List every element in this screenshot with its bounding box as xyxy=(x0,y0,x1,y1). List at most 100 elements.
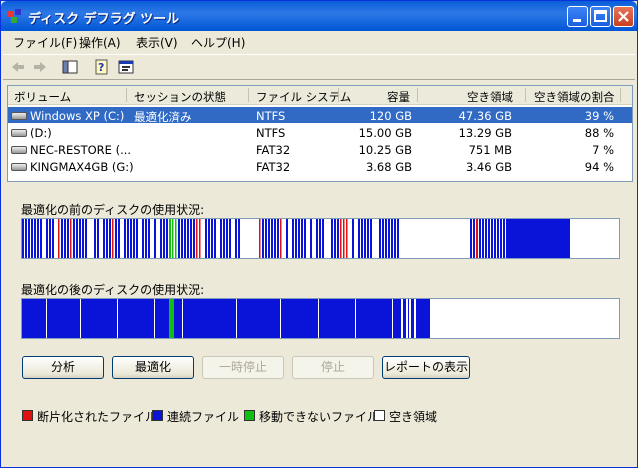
col-session-status[interactable]: セッションの状態 xyxy=(134,89,226,105)
before-block xyxy=(148,219,150,258)
close-button[interactable] xyxy=(613,6,634,27)
before-block xyxy=(25,219,27,258)
minimize-button[interactable] xyxy=(567,6,588,27)
after-gap xyxy=(80,299,81,338)
before-block xyxy=(136,219,138,258)
properties-icon[interactable] xyxy=(117,59,135,75)
before-block xyxy=(292,219,294,258)
before-block xyxy=(34,219,36,258)
before-block xyxy=(358,219,360,258)
before-block xyxy=(253,219,255,258)
before-block xyxy=(364,219,366,258)
volume-capacity: 120 GB xyxy=(369,109,412,123)
before-block xyxy=(482,219,484,258)
before-block xyxy=(178,219,180,258)
after-block xyxy=(22,299,430,338)
forward-arrow-icon[interactable] xyxy=(31,59,49,75)
menu-view[interactable]: 表示(V) xyxy=(136,34,178,51)
before-block xyxy=(331,219,333,258)
volume-name: NEC-RESTORE (... xyxy=(30,143,132,157)
after-unmovable-block xyxy=(169,299,174,338)
defrag-window: ディスク デフラグ ツール ファイル(F) 操作(A) 表示(V) ヘルプ(H)… xyxy=(0,0,638,468)
before-block xyxy=(259,219,261,258)
after-usage-label: 最適化の後のディスクの使用状況: xyxy=(21,283,205,297)
free-space-legend-swatch xyxy=(374,410,385,421)
after-gap xyxy=(182,299,183,338)
before-block xyxy=(46,219,48,258)
col-free-pct[interactable]: 空き領域の割合 xyxy=(534,89,615,105)
defragment-button[interactable]: 最適化 xyxy=(112,356,194,379)
before-block xyxy=(473,219,475,258)
volume-free: 47.36 GB xyxy=(458,109,512,123)
contiguous-legend-label: 連続ファイル xyxy=(167,410,240,424)
menu-help[interactable]: ヘルプ(H) xyxy=(191,34,245,51)
after-gap xyxy=(46,299,47,338)
hard-drive-icon xyxy=(11,129,27,137)
help-icon[interactable]: ? xyxy=(93,59,111,75)
before-block xyxy=(488,219,490,258)
maximize-button[interactable] xyxy=(590,6,611,27)
before-block xyxy=(172,219,174,258)
before-block xyxy=(355,219,357,258)
show-hide-console-tree-icon[interactable] xyxy=(61,59,79,75)
free-space-legend-label: 空き領域 xyxy=(389,410,438,424)
after-gap xyxy=(318,299,319,338)
volume-fs: NTFS xyxy=(256,109,286,123)
view-report-button[interactable]: レポートの表示 xyxy=(382,356,470,379)
before-block xyxy=(106,219,108,258)
before-usage-label: 最適化の前のディスクの使用状況: xyxy=(21,203,205,217)
volume-status: 最適化済み xyxy=(134,110,192,124)
before-block xyxy=(352,219,354,258)
volume-row-nec-restore[interactable]: NEC-RESTORE (... FAT32 10.25 GB 751 MB 7… xyxy=(8,141,632,157)
before-block xyxy=(61,219,63,258)
before-block xyxy=(52,219,54,258)
volume-row-g[interactable]: KINGMAX4GB (G:) FAT32 3.68 GB 3.46 GB 94… xyxy=(8,158,632,174)
before-block xyxy=(130,219,132,258)
before-block xyxy=(37,219,39,258)
before-block xyxy=(349,219,351,258)
pause-button[interactable]: 一時停止 xyxy=(202,356,284,379)
before-block xyxy=(479,219,481,258)
before-block xyxy=(217,219,219,258)
menu-file[interactable]: ファイル(F) xyxy=(13,34,77,51)
volume-row-c[interactable]: Windows XP (C:) 最適化済み NTFS 120 GB 47.36 … xyxy=(8,107,632,124)
list-header: ボリューム セッションの状態 ファイル システム 容量 空き領域 空き領域の割合 xyxy=(8,86,632,105)
before-block xyxy=(181,219,183,258)
before-block xyxy=(223,219,225,258)
analyze-button[interactable]: 分析 xyxy=(22,356,104,379)
before-block xyxy=(208,219,210,258)
back-arrow-icon[interactable] xyxy=(9,59,27,75)
before-block xyxy=(250,219,252,258)
volume-capacity: 10.25 GB xyxy=(358,143,412,157)
before-block xyxy=(337,219,339,258)
before-block xyxy=(241,219,243,258)
before-block xyxy=(373,219,375,258)
before-block xyxy=(115,219,117,258)
before-block xyxy=(268,219,270,258)
before-block xyxy=(382,219,384,258)
before-block xyxy=(145,219,147,258)
title-bar: ディスク デフラグ ツール xyxy=(1,1,637,31)
volume-list: ボリューム セッションの状態 ファイル システム 容量 空き領域 空き領域の割合… xyxy=(7,85,633,182)
before-block xyxy=(370,219,372,258)
before-block xyxy=(394,219,396,258)
after-gap xyxy=(280,299,281,338)
volume-free: 751 MB xyxy=(468,143,512,157)
col-volume[interactable]: ボリューム xyxy=(14,89,71,105)
after-gap xyxy=(409,299,411,338)
volume-free-pct: 94 % xyxy=(584,160,614,174)
volume-row-d[interactable]: (D:) NTFS 15.00 GB 13.29 GB 88 % xyxy=(8,124,632,140)
before-block xyxy=(94,219,96,258)
before-block xyxy=(385,219,387,258)
before-block xyxy=(280,219,282,258)
after-gap xyxy=(154,299,155,338)
stop-button[interactable]: 停止 xyxy=(292,356,374,379)
menu-action[interactable]: 操作(A) xyxy=(79,34,121,51)
col-capacity[interactable]: 容量 xyxy=(387,89,410,105)
after-gap xyxy=(392,299,393,338)
before-block xyxy=(160,219,162,258)
after-gap xyxy=(401,299,403,338)
before-block xyxy=(82,219,84,258)
col-free-space[interactable]: 空き領域 xyxy=(467,89,513,105)
before-block xyxy=(151,219,153,258)
